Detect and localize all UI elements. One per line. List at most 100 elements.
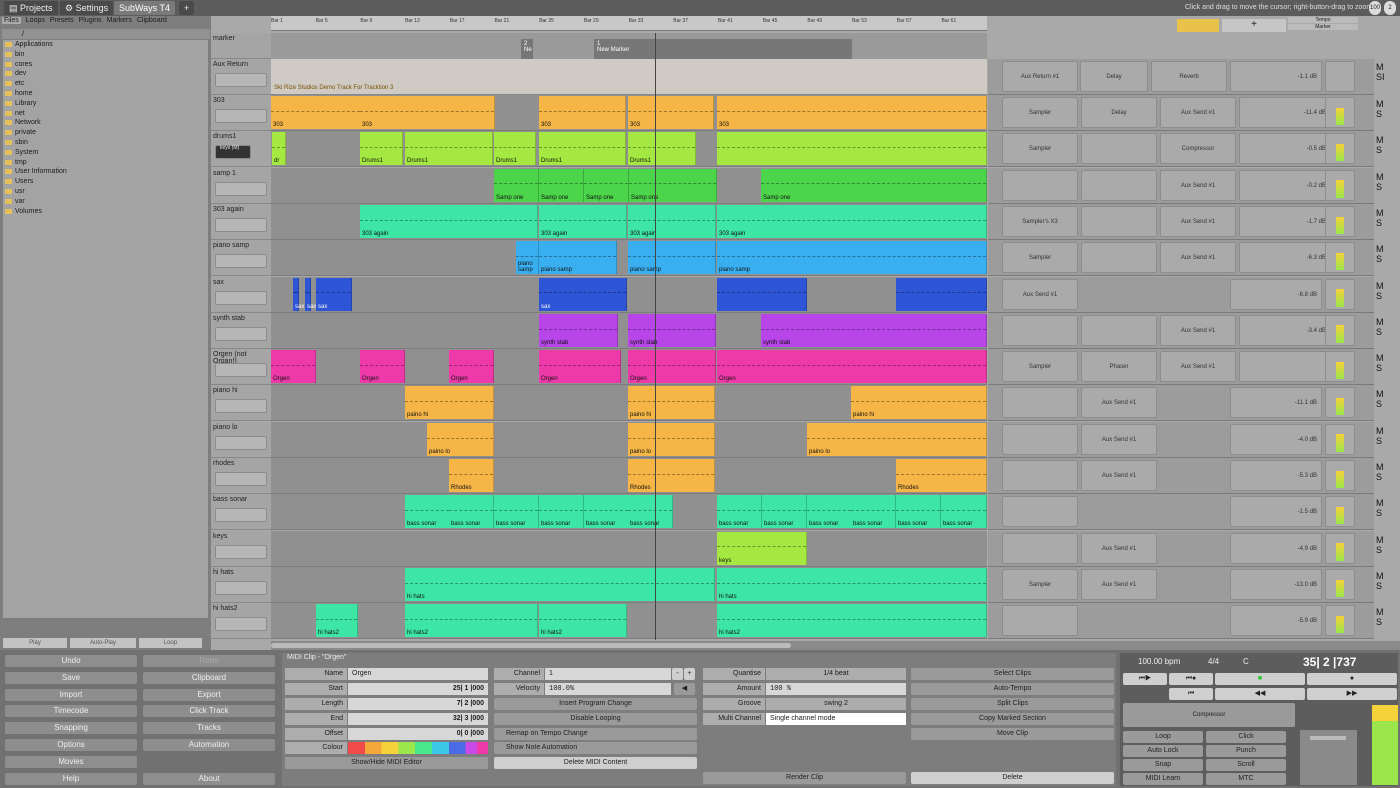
volume-fader[interactable]: -3.4 dB: [1239, 314, 1331, 346]
clip[interactable]: bass sonar: [584, 495, 629, 529]
clip[interactable]: Drums1: [494, 132, 536, 166]
plugin-slot[interactable]: Aux Send #1: [1160, 205, 1236, 237]
clip[interactable]: Orgen: [360, 350, 405, 384]
clip[interactable]: Drums1: [405, 132, 493, 166]
clip[interactable]: piano samp: [628, 241, 716, 275]
track-header[interactable]: keys: [211, 530, 271, 567]
plugin[interactable]: Delay: [1080, 61, 1148, 92]
copy-marked-section-button[interactable]: Copy Marked Section: [911, 713, 1114, 725]
clip[interactable]: hi hats2: [539, 604, 627, 638]
plugin-slot[interactable]: Sampler: [1002, 351, 1078, 383]
clip[interactable]: sax: [539, 277, 627, 311]
plugin-slot[interactable]: [1002, 169, 1078, 201]
plugin-slot[interactable]: Compressor: [1160, 133, 1236, 165]
clip[interactable]: bass sonar: [405, 495, 450, 529]
amount-field[interactable]: 100 %: [766, 683, 906, 695]
show-hide-midi-editor-button[interactable]: Show/Hide MIDI Editor: [285, 757, 488, 769]
add-yellow-button[interactable]: [1177, 19, 1219, 32]
remap-tempo-toggle[interactable]: Remap on Tempo Change: [494, 728, 697, 740]
channel-decrement[interactable]: -: [672, 668, 683, 680]
clip[interactable]: bass sonar: [851, 495, 896, 529]
clip[interactable]: 303: [360, 96, 495, 129]
clip[interactable]: bass sonar: [896, 495, 941, 529]
file-item[interactable]: System: [3, 148, 208, 158]
tab-edit[interactable]: SubWays T4: [114, 1, 176, 15]
render-clip-button[interactable]: Render Clip: [703, 772, 906, 784]
clip[interactable]: synth stab: [539, 313, 618, 347]
name-field[interactable]: Orgen: [348, 668, 488, 680]
end-field[interactable]: 32| 3 |000: [348, 713, 488, 725]
marker-1[interactable]: 1 New Marker: [594, 39, 852, 59]
track-header[interactable]: piano lo: [211, 421, 271, 458]
time-signature[interactable]: 4/4: [1208, 657, 1219, 666]
track-lane[interactable]: keys: [271, 530, 987, 567]
track-header[interactable]: hi hats2: [211, 603, 271, 640]
offset-field[interactable]: 0| 0 |000: [348, 728, 488, 740]
clip[interactable]: bass sonar: [494, 495, 539, 529]
options-button[interactable]: Options: [5, 739, 137, 751]
file-item[interactable]: private: [3, 128, 208, 138]
plugin-slot[interactable]: [1002, 532, 1078, 564]
track-header[interactable]: sax: [211, 276, 271, 313]
track-input-button[interactable]: [215, 217, 267, 232]
file-item[interactable]: tmp: [3, 158, 208, 168]
clip[interactable]: Samp one: [761, 168, 987, 202]
volume-fader[interactable]: -6.8 dB: [1230, 278, 1322, 310]
save-button[interactable]: Save: [5, 671, 137, 684]
clip[interactable]: paino hi: [851, 386, 987, 420]
add-track-button[interactable]: +: [1222, 19, 1286, 32]
snapping-button[interactable]: Snapping: [5, 722, 137, 735]
mute-solo-buttons[interactable]: MS: [1376, 462, 1398, 482]
clip[interactable]: 303: [717, 96, 987, 129]
file-item[interactable]: usr: [3, 187, 208, 197]
clip[interactable]: paino hi: [405, 386, 494, 420]
clip[interactable]: 303: [628, 96, 714, 129]
track-lane[interactable]: Orgen Orgen Orgen Orgen Orgen Orgen: [271, 349, 987, 386]
volume-fader[interactable]: -1.1 dB: [1230, 61, 1322, 92]
clip[interactable]: [717, 277, 807, 311]
clip[interactable]: Rhodes: [628, 459, 715, 492]
volume-fader[interactable]: -1.7 dB: [1239, 205, 1331, 237]
file-item[interactable]: net: [3, 109, 208, 119]
plugin-slot[interactable]: [1081, 314, 1157, 346]
track-lane[interactable]: 303 again 303 again 303 again 303 again: [271, 203, 987, 240]
click-track-button[interactable]: Click Track: [143, 705, 275, 718]
file-item[interactable]: Applications: [3, 40, 208, 50]
track-header[interactable]: drums1 keys (M): [211, 131, 271, 168]
clip[interactable]: hi hats2: [316, 604, 358, 638]
automation-button[interactable]: Automation: [143, 739, 275, 751]
multichannel-select[interactable]: Single channel mode: [766, 713, 906, 725]
insert-program-change-button[interactable]: Insert Program Change: [494, 698, 697, 710]
aux-return-lane[interactable]: Ski Rize Studios Demo Track For Tracktio…: [271, 59, 987, 95]
tab-loops[interactable]: Loops: [26, 17, 45, 24]
clip[interactable]: paino lo: [628, 422, 715, 456]
tab-files[interactable]: Files: [2, 17, 21, 24]
plugin-slot[interactable]: Aux Send #1: [1160, 242, 1236, 274]
track-input-button[interactable]: [215, 399, 267, 414]
clip[interactable]: [717, 132, 987, 166]
track-header[interactable]: 303: [211, 95, 271, 131]
clip[interactable]: sax: [316, 277, 352, 311]
fast-forward-button[interactable]: ▶▶: [1307, 688, 1397, 700]
plugin-slot[interactable]: Aux Send #1: [1081, 423, 1157, 455]
track-lane[interactable]: 303 303 303 303 303: [271, 95, 987, 131]
mute-solo-buttons[interactable]: MS: [1376, 208, 1398, 228]
volume-fader[interactable]: -5.3 dB: [1230, 460, 1322, 491]
track-input-button[interactable]: [215, 580, 267, 595]
track-input-button[interactable]: [215, 508, 267, 523]
track-input-button[interactable]: [215, 290, 267, 305]
mute-solo-buttons[interactable]: MS: [1376, 426, 1398, 446]
plugin-slot[interactable]: [1002, 423, 1078, 455]
plugin-slot[interactable]: Aux Send #1: [1160, 169, 1236, 201]
clip[interactable]: Orgen: [539, 350, 621, 384]
start-field[interactable]: 25| 1 |000: [348, 683, 488, 695]
clip[interactable]: bass sonar: [807, 495, 852, 529]
return-to-start-button[interactable]: ⏮▶: [1123, 673, 1167, 685]
track-header[interactable]: piano samp: [211, 240, 271, 277]
volume-fader[interactable]: -0.2 dB: [1239, 169, 1331, 201]
punch-toggle[interactable]: Punch: [1206, 745, 1286, 757]
file-item[interactable]: dev: [3, 69, 208, 79]
clip[interactable]: bass sonar: [941, 495, 987, 529]
clip[interactable]: Rhodes: [449, 459, 494, 492]
auto-lock-toggle[interactable]: Auto Lock: [1123, 745, 1203, 757]
